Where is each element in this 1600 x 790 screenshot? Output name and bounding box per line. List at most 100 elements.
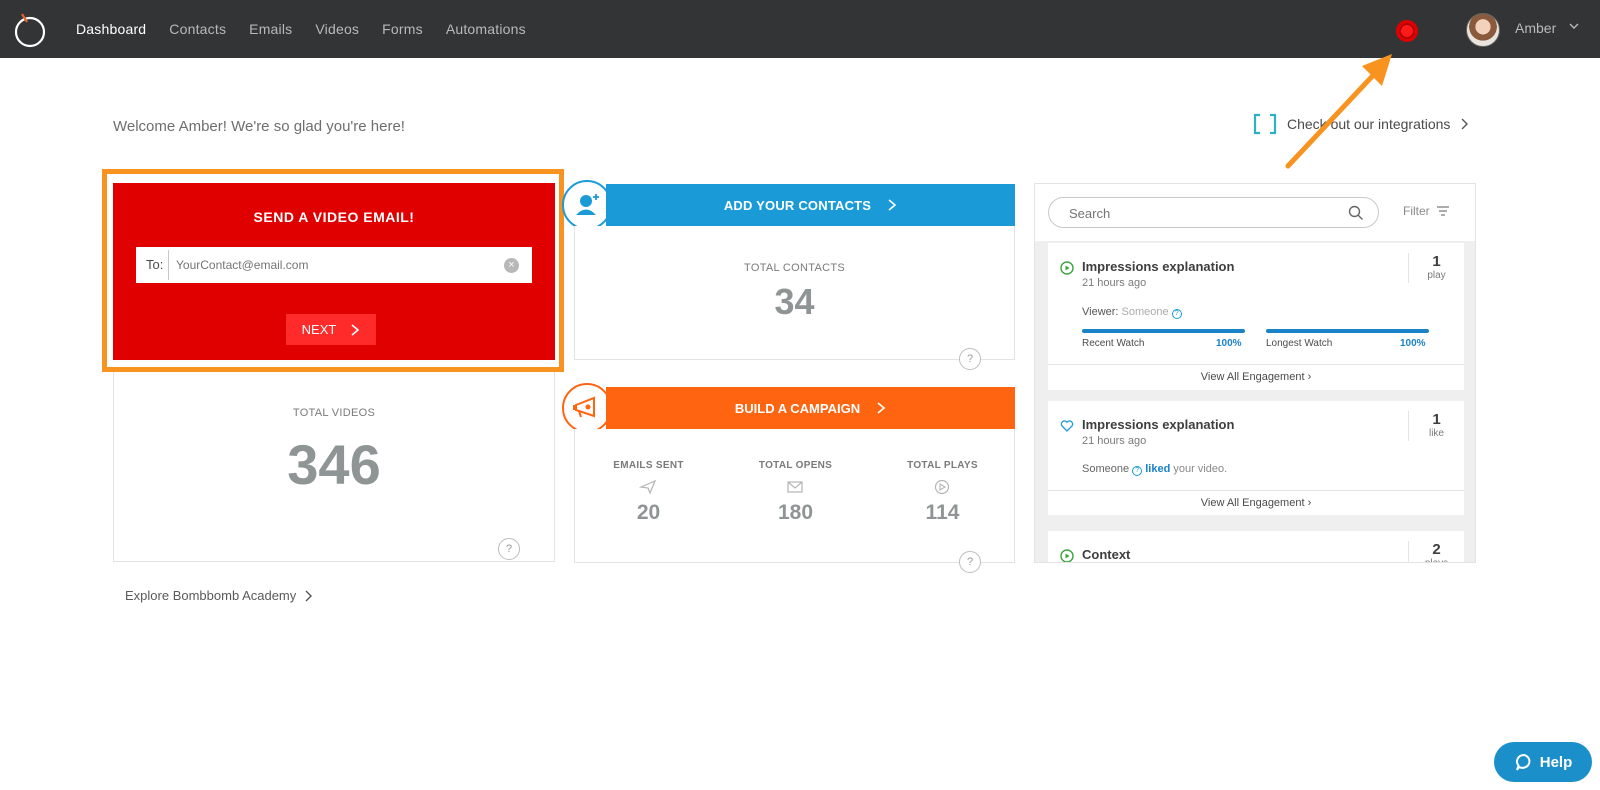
- emails-sent-stat: EMAILS SENT 20: [575, 429, 722, 563]
- total-contacts-card: TOTAL CONTACTS 34 ?: [574, 226, 1015, 370]
- like-rest: your video.: [1173, 463, 1228, 475]
- activity-count-unit: like: [1428, 428, 1444, 439]
- view-all-engagement-link[interactable]: View All Engagement ›: [1048, 490, 1464, 515]
- info-icon[interactable]: ?: [1171, 309, 1182, 319]
- activity-count-unit: plays: [1409, 558, 1464, 562]
- paper-plane-icon: [639, 479, 657, 495]
- help-button[interactable]: Help: [1494, 742, 1592, 782]
- envelope-icon: [787, 481, 803, 493]
- academy-label: Explore Bombbomb Academy: [125, 588, 297, 603]
- activity-count-value: 1: [1432, 411, 1441, 428]
- nav-forms[interactable]: Forms: [382, 21, 423, 37]
- next-label: NEXT: [301, 322, 337, 337]
- nav-emails[interactable]: Emails: [249, 21, 292, 37]
- total-videos-card: TOTAL VIDEOS 346 ?: [113, 372, 555, 562]
- help-label: Help: [1539, 753, 1573, 771]
- emails-sent-value: 20: [636, 501, 661, 524]
- view-all-engagement-link[interactable]: View All Engagement ›: [1048, 364, 1464, 389]
- chat-bubble-icon: [1515, 753, 1531, 771]
- main-nav: Dashboard Contacts Emails Videos Forms A…: [76, 0, 549, 58]
- nav-automations[interactable]: Automations: [446, 21, 526, 37]
- recent-watch-label: Recent Watch: [1082, 338, 1145, 349]
- clear-icon[interactable]: ×: [504, 258, 519, 273]
- chevron-down-icon[interactable]: [1568, 20, 1580, 32]
- filter-label: Filter: [1403, 204, 1430, 218]
- longest-watch-label: Longest Watch: [1266, 338, 1333, 349]
- activity-item: Impressions explanation 21 hours ago 1 p…: [1048, 243, 1464, 390]
- activity-title[interactable]: Context: [1082, 547, 1130, 562]
- to-field: To: ×: [136, 247, 532, 283]
- recent-watch-pct: 100%: [1216, 338, 1242, 349]
- activity-title[interactable]: Impressions explanation: [1082, 417, 1234, 432]
- user-name[interactable]: Amber: [1515, 20, 1556, 36]
- recipient-email-input[interactable]: [176, 255, 486, 275]
- activity-feed-panel: Filter Impressions explanation 21 hours …: [1034, 183, 1476, 563]
- search-icon[interactable]: [1348, 205, 1364, 221]
- chevron-right-icon: [305, 590, 313, 601]
- add-contacts-button[interactable]: ADD YOUR CONTACTS: [606, 184, 1015, 226]
- play-circle-icon: [1060, 261, 1074, 275]
- activity-count-value: 1: [1432, 253, 1441, 270]
- chevron-right-icon: [1461, 118, 1469, 130]
- help-question-icon[interactable]: ?: [498, 538, 520, 560]
- recent-watch-bar: [1082, 329, 1245, 333]
- activity-count-value: 2: [1432, 541, 1441, 558]
- help-question-icon[interactable]: ?: [959, 348, 981, 370]
- campaign-stats-card: EMAILS SENT 20 TOTAL OPENS 180 TOTAL PLA…: [574, 429, 1016, 573]
- search-box: [1048, 197, 1379, 228]
- like-action: liked: [1145, 463, 1171, 475]
- activity-time: 21 hours ago: [1082, 435, 1147, 447]
- to-label: To:: [146, 257, 164, 272]
- view-all-label: View All Engagement: [1200, 497, 1305, 509]
- activity-search-bar: Filter: [1035, 184, 1475, 241]
- total-opens-stat: TOTAL OPENS 180: [722, 429, 869, 563]
- viewer-label: Viewer:: [1082, 306, 1119, 318]
- chevron-right-icon: [351, 323, 360, 336]
- megaphone-icon: [562, 383, 612, 433]
- build-campaign-label: BUILD A CAMPAIGN: [734, 400, 861, 416]
- record-button[interactable]: [1396, 20, 1418, 42]
- build-campaign-button[interactable]: BUILD A CAMPAIGN: [606, 387, 1015, 429]
- heart-icon: [1060, 420, 1074, 432]
- chevron-right-icon: [888, 199, 897, 211]
- activity-count: 1 like: [1408, 411, 1464, 441]
- longest-watch-pct: 100%: [1400, 338, 1426, 349]
- next-button[interactable]: NEXT: [286, 314, 376, 345]
- emails-sent-label: EMAILS SENT: [613, 460, 684, 471]
- total-contacts-label: TOTAL CONTACTS: [744, 262, 845, 274]
- nav-videos[interactable]: Videos: [315, 21, 359, 37]
- viewer-line: Viewer: Someone ?: [1082, 306, 1182, 319]
- activity-count-unit: play: [1427, 270, 1446, 281]
- bombbomb-logo-icon[interactable]: [12, 10, 48, 48]
- activity-item: Impressions explanation 21 hours ago 1 l…: [1048, 401, 1464, 515]
- integrations-brackets-icon: [1253, 113, 1277, 135]
- play-icon: [934, 479, 950, 495]
- viewer-name: Someone: [1121, 306, 1169, 318]
- welcome-message: Welcome Amber! We're so glad you're here…: [113, 118, 405, 135]
- view-all-label: View All Engagement: [1200, 371, 1305, 383]
- filter-button[interactable]: Filter: [1403, 204, 1450, 218]
- total-plays-stat: TOTAL PLAYS 114: [869, 429, 1016, 563]
- like-line: Someone ? liked your video.: [1082, 463, 1227, 476]
- send-video-email-card: SEND A VIDEO EMAIL! To: × NEXT: [113, 183, 555, 360]
- academy-link[interactable]: Explore Bombbomb Academy: [125, 588, 314, 603]
- help-question-icon[interactable]: ?: [959, 551, 981, 573]
- activity-count: 2 plays: [1408, 541, 1464, 562]
- total-opens-value: 180: [777, 501, 814, 524]
- add-contacts-label: ADD YOUR CONTACTS: [723, 197, 872, 213]
- activity-time: 21 hours ago: [1082, 277, 1147, 289]
- filter-icon: [1436, 206, 1449, 216]
- liker-name: Someone: [1082, 463, 1130, 475]
- info-icon[interactable]: ?: [1132, 466, 1143, 476]
- longest-watch-bar: [1266, 329, 1429, 333]
- avatar[interactable]: [1466, 13, 1500, 47]
- divider: [168, 250, 169, 280]
- activity-title[interactable]: Impressions explanation: [1082, 259, 1234, 274]
- activity-count: 1 play: [1408, 253, 1464, 283]
- nav-contacts[interactable]: Contacts: [169, 21, 226, 37]
- play-circle-icon: [1060, 549, 1074, 562]
- total-plays-label: TOTAL PLAYS: [907, 460, 978, 471]
- nav-dashboard[interactable]: Dashboard: [76, 21, 146, 37]
- search-input[interactable]: [1069, 204, 1329, 222]
- total-videos-label: TOTAL VIDEOS: [292, 407, 376, 419]
